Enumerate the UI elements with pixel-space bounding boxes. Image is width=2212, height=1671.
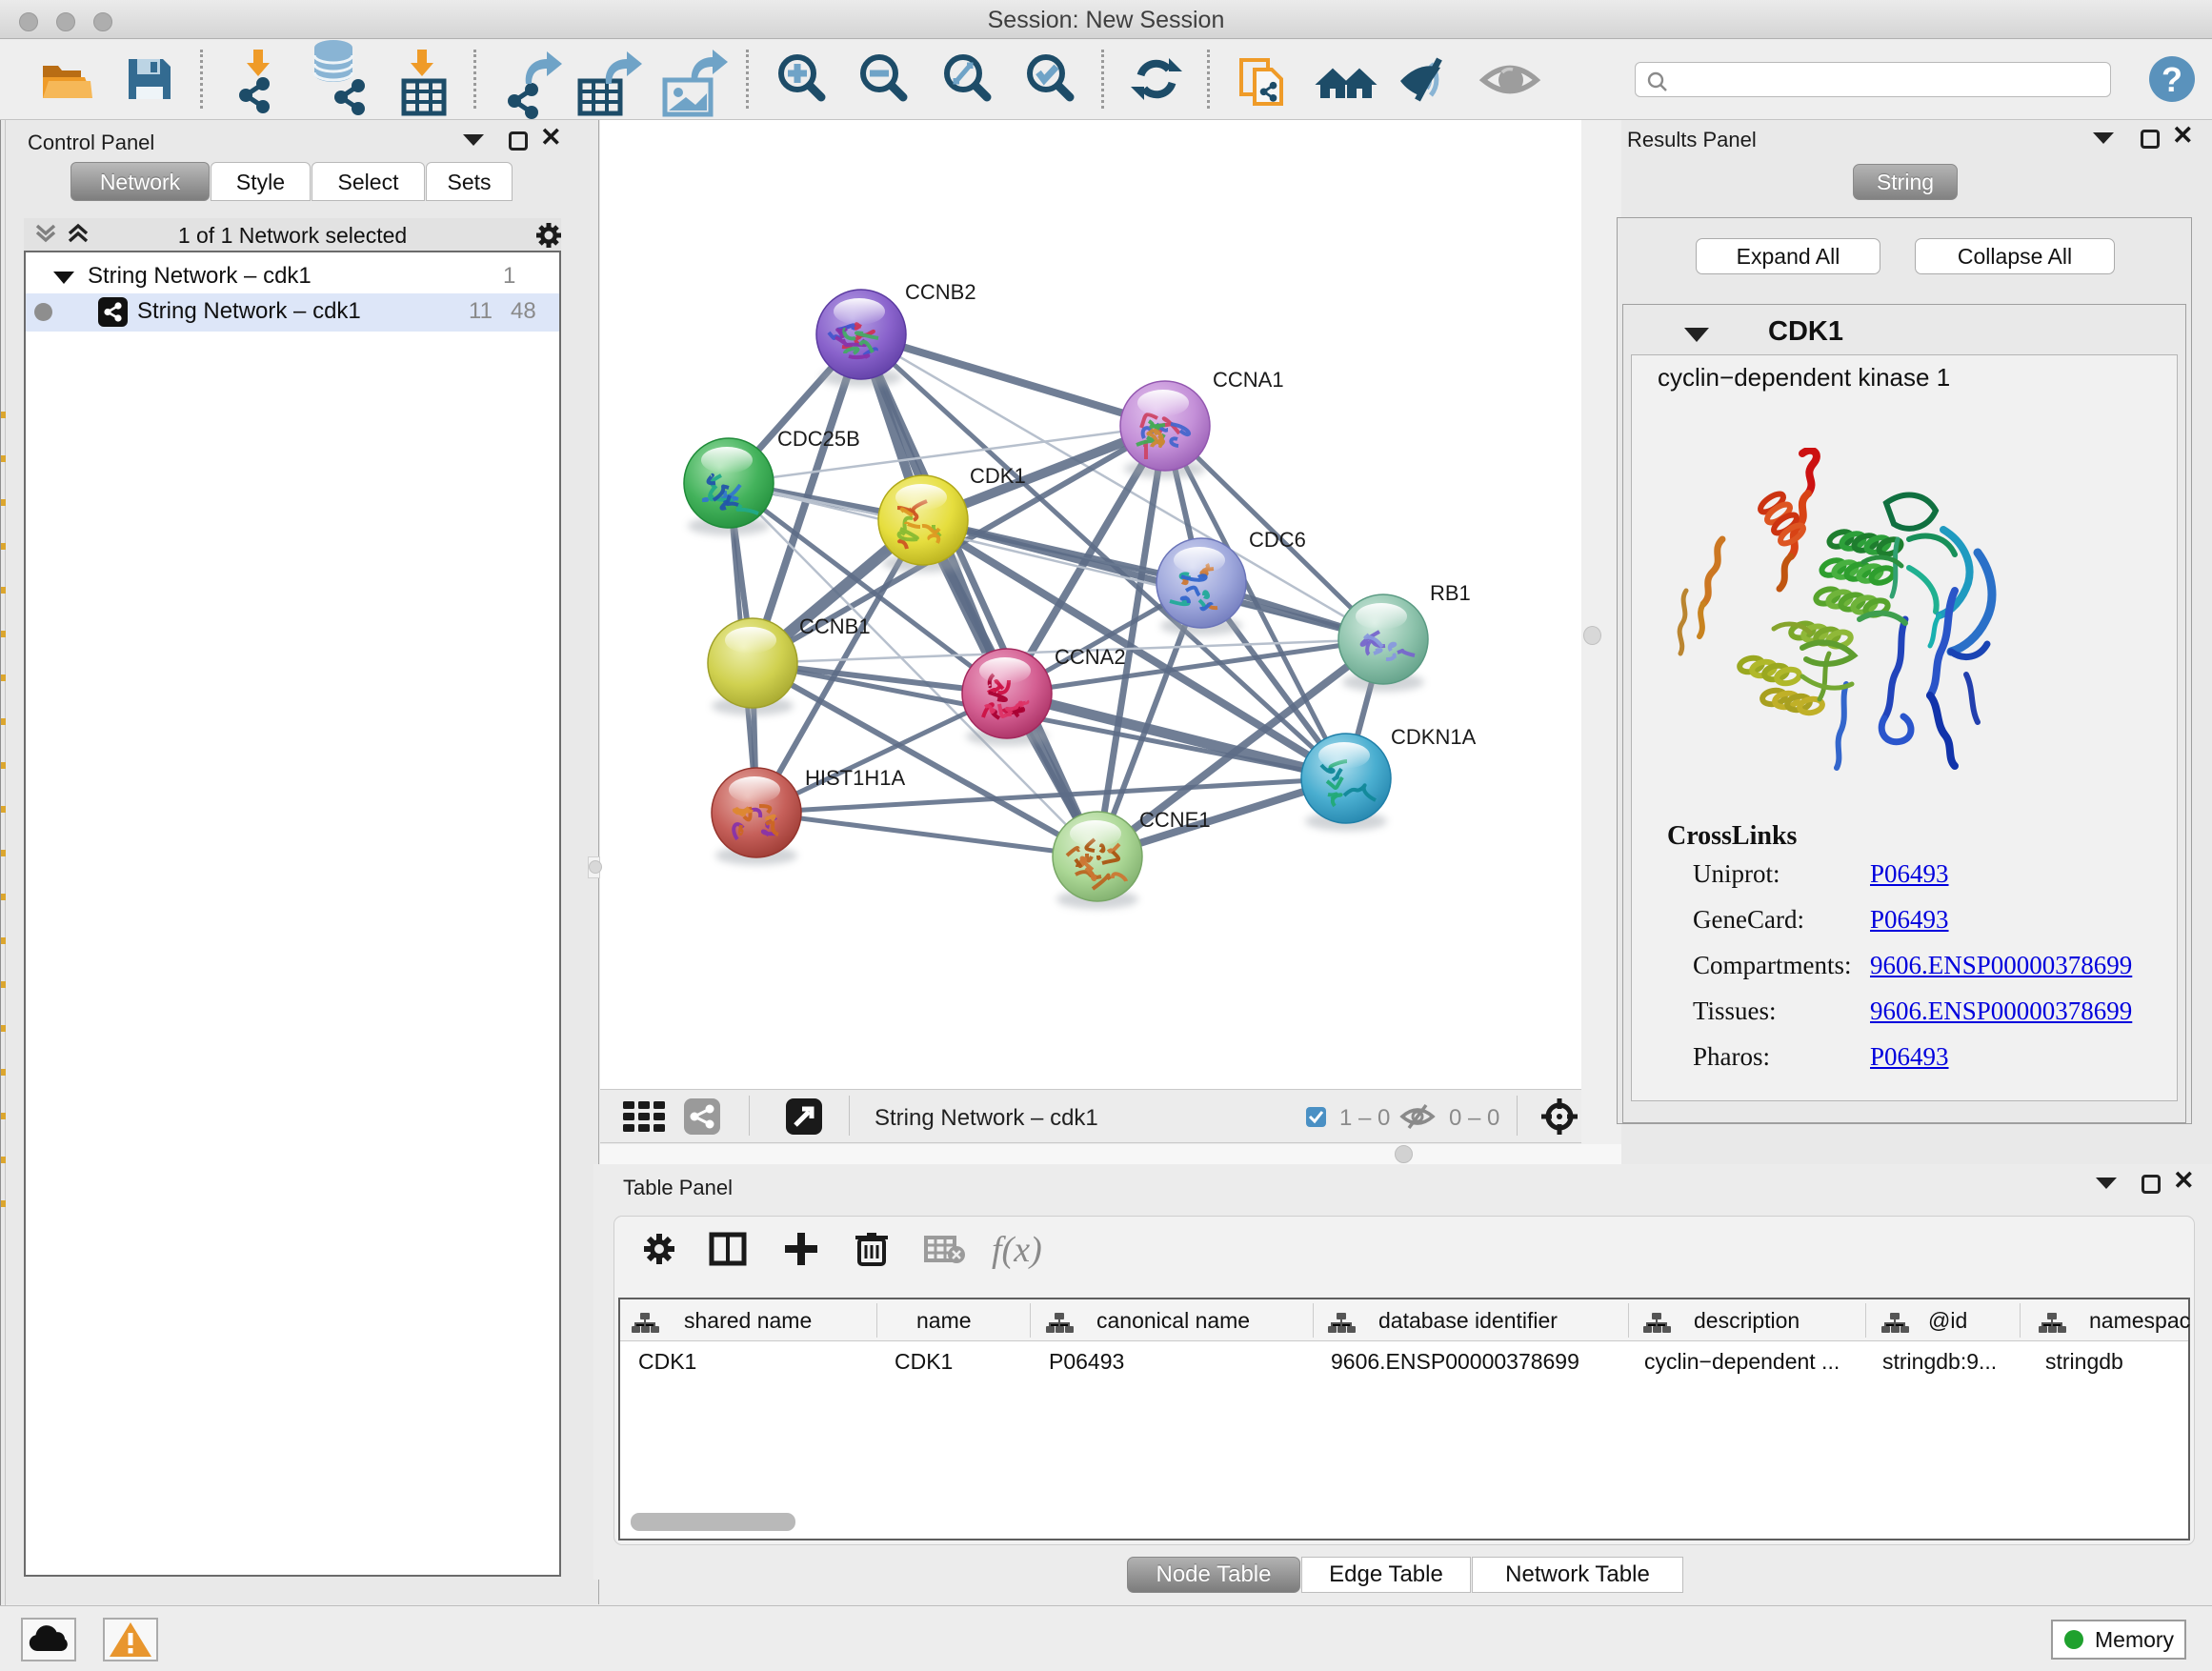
svg-text:CDC6: CDC6 bbox=[1249, 528, 1306, 552]
svg-text:CCNA2: CCNA2 bbox=[1055, 645, 1126, 669]
svg-text:CDC25B: CDC25B bbox=[777, 427, 860, 451]
svg-text:CCNB1: CCNB1 bbox=[799, 614, 871, 638]
svg-text:1 – 0: 1 – 0 bbox=[1339, 1105, 1390, 1131]
svg-text:HIST1H1A: HIST1H1A bbox=[805, 766, 905, 790]
svg-text:CDKN1A: CDKN1A bbox=[1391, 725, 1477, 749]
svg-text:CCNA1: CCNA1 bbox=[1213, 368, 1284, 392]
svg-text:CDK1: CDK1 bbox=[970, 464, 1026, 488]
svg-text:?: ? bbox=[2162, 60, 2182, 99]
svg-text:0 – 0: 0 – 0 bbox=[1449, 1105, 1499, 1131]
svg-text:CCNE1: CCNE1 bbox=[1139, 808, 1211, 832]
svg-text:f(x): f(x) bbox=[992, 1230, 1042, 1270]
svg-text:RB1: RB1 bbox=[1430, 581, 1471, 605]
svg-text:CCNB2: CCNB2 bbox=[905, 280, 976, 304]
